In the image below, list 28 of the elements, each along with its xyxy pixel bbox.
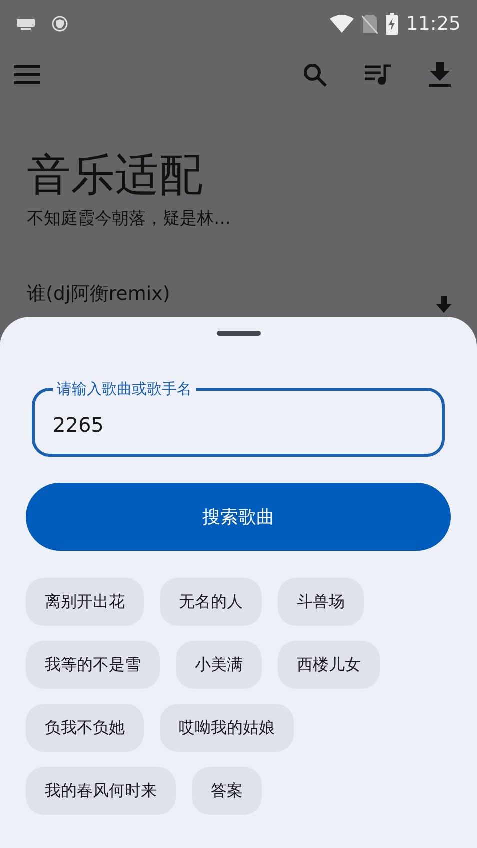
suggestion-chip[interactable]: 负我不负她 (26, 704, 144, 752)
suggestion-chip[interactable]: 小美满 (176, 641, 262, 689)
download-icon[interactable] (429, 62, 451, 88)
shield-icon (52, 16, 68, 32)
search-icon[interactable] (303, 63, 327, 87)
keyboard-icon (16, 18, 36, 30)
song-title: 谁(dj阿衡remix) (27, 282, 170, 308)
suggestion-chip[interactable]: 西楼儿女 (278, 641, 380, 689)
search-field[interactable]: 请输入歌曲或歌手名 2265 (32, 380, 445, 457)
suggestion-chip[interactable]: 离别开出花 (26, 578, 144, 626)
suggestion-chip[interactable]: 斗兽场 (278, 578, 364, 626)
suggestion-chip[interactable]: 我等的不是雪 (26, 641, 160, 689)
no-sim-icon (362, 14, 378, 34)
search-button[interactable]: 搜索歌曲 (26, 483, 451, 551)
menu-icon[interactable] (14, 65, 40, 85)
suggestion-chip[interactable]: 答案 (192, 767, 262, 815)
suggestion-chip[interactable]: 无名的人 (160, 578, 262, 626)
search-input[interactable]: 2265 (53, 410, 424, 440)
app-title: 音乐适配 (27, 150, 204, 203)
download-arrow-icon[interactable] (435, 296, 453, 314)
subtitle-text: 不知庭霞今朝落，疑是林… (27, 208, 232, 231)
clock-time: 11:25 (406, 12, 461, 37)
drag-handle[interactable] (216, 331, 260, 336)
suggestion-chip[interactable]: 我的春风何时来 (26, 767, 176, 815)
playlist-icon[interactable] (365, 64, 391, 86)
suggestion-chip[interactable]: 哎呦我的姑娘 (160, 704, 294, 752)
wifi-icon (330, 15, 354, 33)
battery-charging-icon (386, 13, 398, 35)
